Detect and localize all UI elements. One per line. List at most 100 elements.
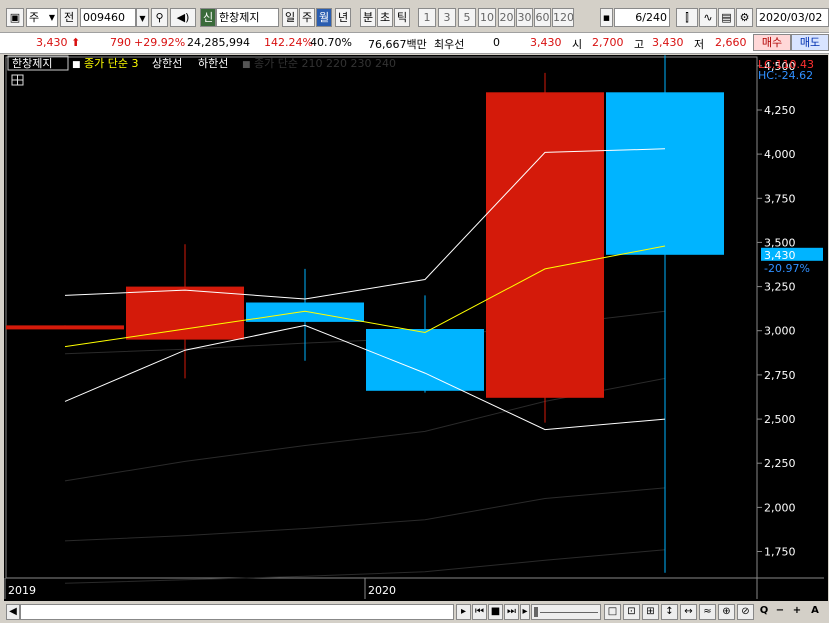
drawing-tool-icon[interactable]: ⊞: [642, 604, 659, 620]
candle-body[interactable]: [606, 92, 724, 255]
prev-button[interactable]: 전: [60, 8, 78, 27]
period-select[interactable]: 주 ▼: [26, 8, 58, 27]
drawing-tool-icon[interactable]: ↕: [661, 604, 678, 620]
legend-extra-label[interactable]: 종가 단순 210 220 230 240: [254, 57, 396, 70]
plus-button[interactable]: +: [790, 604, 804, 620]
search-icon[interactable]: ⚲: [151, 8, 168, 27]
code-dropdown[interactable]: ▼: [136, 8, 149, 27]
high-label: 고: [634, 38, 645, 51]
x-tick-label: 2020: [368, 584, 396, 597]
period-tab[interactable]: 일: [282, 8, 298, 27]
y-tick-label: 4,000: [764, 148, 796, 161]
y-tick-label: 2,750: [764, 369, 796, 382]
volume-pct: 142.24%: [264, 36, 313, 49]
save-icon[interactable]: ▤: [718, 8, 735, 27]
y-tick-label: 2,000: [764, 501, 796, 514]
legend-bullet: ■: [72, 60, 81, 70]
stop-button[interactable]: ■: [488, 604, 503, 620]
interval-button[interactable]: 60: [534, 8, 551, 27]
stock-name: 한창제지: [219, 11, 260, 24]
legend-ma-label[interactable]: 종가 단순 3: [84, 57, 138, 70]
buy-button[interactable]: 매수: [753, 34, 791, 51]
y-tick-label: 3,000: [764, 325, 796, 338]
y-tick-label: 3,750: [764, 192, 796, 205]
speaker-icon[interactable]: ◀): [170, 8, 196, 27]
interval-button[interactable]: 5: [458, 8, 476, 27]
period-tab[interactable]: 주: [299, 8, 315, 27]
minute-tab[interactable]: 분: [360, 8, 376, 27]
low-value: 2,660: [715, 36, 747, 49]
line-tool-icon[interactable]: ∿: [699, 8, 717, 27]
date-input[interactable]: 2020/03/02: [756, 8, 829, 27]
interval-button[interactable]: 1: [418, 8, 436, 27]
rewind-button[interactable]: ⏮: [472, 604, 487, 620]
candle-body[interactable]: [486, 92, 604, 398]
chevron-down-icon: ▼: [139, 14, 146, 23]
next-button[interactable]: ▸: [520, 604, 530, 620]
fit-button[interactable]: A: [807, 604, 823, 620]
turnover-pct: 40.70%: [310, 36, 352, 49]
y-tick-label: 1,750: [764, 546, 796, 559]
period-select-value: 주: [29, 11, 40, 24]
legend-stock-name[interactable]: 한창제지: [12, 57, 52, 70]
legend-lower-label[interactable]: 하한선: [198, 56, 228, 70]
gear-icon[interactable]: ⚙: [736, 8, 753, 27]
candle-body[interactable]: [366, 329, 484, 391]
minute-tab[interactable]: 틱: [394, 8, 410, 27]
forward-button[interactable]: ⏭: [504, 604, 519, 620]
scroll-track[interactable]: [20, 604, 454, 620]
sell-button[interactable]: 매도: [791, 34, 829, 51]
interval-button[interactable]: 10: [478, 8, 496, 27]
code-input[interactable]: 009460: [80, 8, 136, 27]
drawing-tool-icon[interactable]: ⊘: [737, 604, 754, 620]
quote-bar: 3,430 ⬆ 790 +29.92% 24,285,994 142.24% 4…: [0, 33, 829, 54]
more-button[interactable]: ▪: [600, 8, 613, 27]
slider-track: [540, 612, 598, 613]
legend-bullet-2: ■: [242, 60, 251, 70]
stock-badge: 신: [200, 8, 216, 27]
candlestick-chart[interactable]: 1,750 2,000 2,250 2,500 2,750 3,000 3,250 3,500…: [4, 55, 828, 601]
price2-value: 3,430: [530, 36, 562, 49]
interval-button[interactable]: 30: [516, 8, 533, 27]
y-tick-label: 4,250: [764, 104, 796, 117]
drawing-tool-icon[interactable]: ≈: [699, 604, 716, 620]
volume-value: 24,285,994: [187, 36, 250, 49]
drawing-tool-icon[interactable]: ⊡: [623, 604, 640, 620]
zoom-slider[interactable]: [531, 604, 601, 620]
y-tick-label: 3,500: [764, 236, 796, 249]
y-tick-label: 2,500: [764, 413, 796, 426]
chart-area[interactable]: 1,750 2,000 2,250 2,500 2,750 3,000 3,250 3,500…: [4, 55, 828, 601]
minus-button[interactable]: −: [773, 604, 787, 620]
open-label: 시: [572, 38, 583, 51]
legend-upper-label[interactable]: 상한선: [152, 57, 182, 70]
high-value: 3,430: [652, 36, 684, 49]
toolbar: ▣ 주 ▼ 전 009460 ▼ ⚲ ◀) 신 한창제지 일주월년 분초틱 135…: [0, 0, 829, 33]
interval-button[interactable]: 3: [438, 8, 456, 27]
zoom-out-icon[interactable]: Q: [757, 604, 771, 620]
priority-label: 최우선: [434, 38, 465, 51]
scroll-left-button[interactable]: ◀: [6, 604, 20, 620]
priority-value: 0: [493, 36, 500, 49]
chart-type-icon[interactable]: ▣: [6, 8, 24, 27]
period-tab[interactable]: 년: [335, 8, 351, 27]
minute-tab[interactable]: 초: [377, 8, 393, 27]
drawing-tool-icon[interactable]: ↔: [680, 604, 697, 620]
play-back-button[interactable]: ▸: [456, 604, 471, 620]
slider-thumb[interactable]: [534, 607, 538, 617]
price-value: 3,430: [36, 36, 68, 49]
amount-value: 76,667백만: [368, 38, 427, 51]
chevron-down-icon: ▼: [48, 13, 55, 22]
drawing-tool-icon[interactable]: □: [604, 604, 621, 620]
pct-tag: -20.97%: [764, 262, 810, 275]
candle-body[interactable]: [126, 286, 244, 340]
candle-toggle-icon[interactable]: ⫿: [676, 8, 698, 27]
candle-body[interactable]: [6, 325, 124, 330]
interval-button[interactable]: 120: [552, 8, 574, 27]
count-input[interactable]: 6/240: [614, 8, 670, 27]
drawing-tool-icon[interactable]: ⊕: [718, 604, 735, 620]
interval-button[interactable]: 20: [498, 8, 515, 27]
stock-name-field[interactable]: 한창제지: [216, 8, 279, 27]
y-tick-label: 3,250: [764, 281, 796, 294]
change-value: 790: [110, 36, 131, 49]
period-tab[interactable]: 월: [316, 8, 332, 27]
